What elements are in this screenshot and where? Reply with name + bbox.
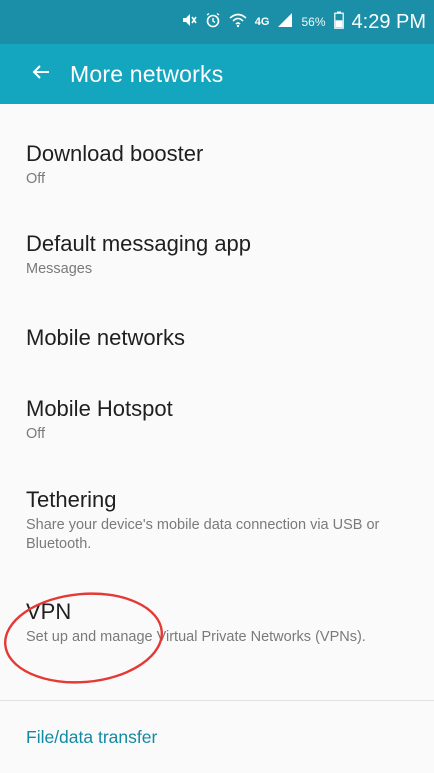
list-item-title: Default messaging app <box>26 231 252 256</box>
page-title: More networks <box>70 61 224 87</box>
list-item-title: Mobile networks <box>26 325 185 350</box>
lte-icon: 4G <box>255 16 270 28</box>
list-item-title: Tethering <box>26 487 117 512</box>
list-item-vpn[interactable]: VPN Set up and manage Virtual Private Ne… <box>0 598 434 647</box>
lte-label: 4G <box>254 16 270 28</box>
list-item-subtitle: Messages <box>26 261 93 277</box>
file-data-transfer-link[interactable]: File/data transfer <box>26 726 157 748</box>
list-item-subtitle: Set up and manage Virtual Private Networ… <box>26 629 366 645</box>
back-arrow-icon <box>31 62 51 87</box>
mute-icon <box>181 12 197 32</box>
clock: 4:29 PM <box>351 11 426 33</box>
list-item-subtitle: Off <box>26 426 46 442</box>
wifi-icon <box>229 12 247 32</box>
back-button[interactable] <box>28 61 54 87</box>
list-item-subtitle: Off <box>26 171 46 187</box>
app-bar: More networks <box>0 44 434 104</box>
divider <box>0 700 434 701</box>
signal-icon <box>277 12 293 32</box>
list-item-title: VPN <box>26 599 72 624</box>
list-item-default-messaging-app[interactable]: Default messaging app Messages <box>0 230 434 279</box>
battery-percent: 56% <box>301 15 326 29</box>
list-item-mobile-networks[interactable]: Mobile networks <box>0 324 434 352</box>
list-item-title: Download booster <box>26 141 204 166</box>
list-item-title: Mobile Hotspot <box>26 396 173 421</box>
status-bar: 4G 56% 4:29 PM <box>0 0 434 44</box>
alarm-icon <box>205 12 221 32</box>
status-icons: 4G 56% 4:29 PM <box>181 10 426 34</box>
list-item-mobile-hotspot[interactable]: Mobile Hotspot Off <box>0 395 434 444</box>
list-item-tethering[interactable]: Tethering Share your device's mobile dat… <box>0 486 434 554</box>
list-item-download-booster[interactable]: Download booster Off <box>0 140 434 189</box>
list-item-subtitle: Share your device's mobile data connecti… <box>26 517 380 552</box>
battery-icon <box>333 11 344 33</box>
